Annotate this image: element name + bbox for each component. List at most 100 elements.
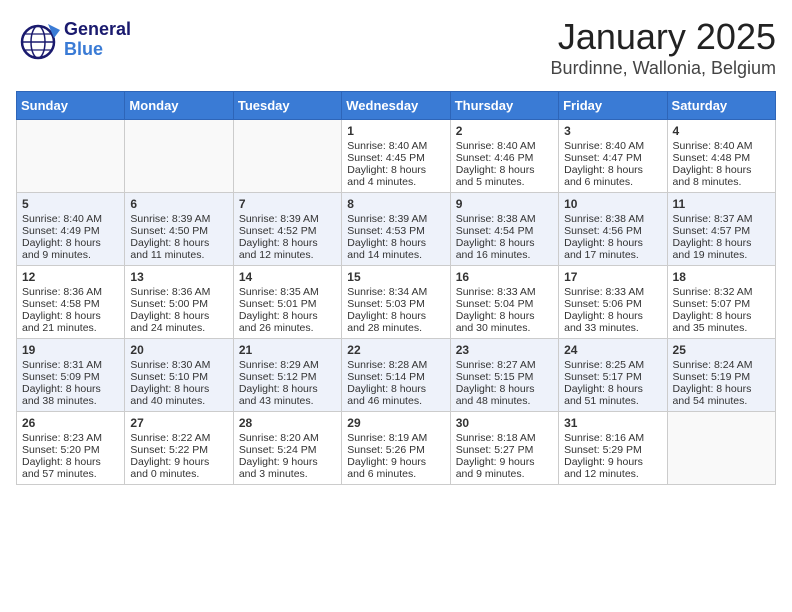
day-number: 12 (22, 270, 119, 284)
day-number: 4 (673, 124, 770, 138)
sunset-text: Sunset: 5:01 PM (239, 298, 317, 310)
calendar-cell: 20 Sunrise: 8:30 AM Sunset: 5:10 PM Dayl… (125, 339, 233, 412)
calendar-week-row: 19 Sunrise: 8:31 AM Sunset: 5:09 PM Dayl… (17, 339, 776, 412)
sunrise-text: Sunrise: 8:40 AM (22, 213, 102, 225)
calendar-cell: 28 Sunrise: 8:20 AM Sunset: 5:24 PM Dayl… (233, 412, 341, 485)
day-number: 26 (22, 416, 119, 430)
sunset-text: Sunset: 5:15 PM (456, 371, 534, 383)
calendar-cell: 11 Sunrise: 8:37 AM Sunset: 4:57 PM Dayl… (667, 193, 775, 266)
daylight-text: Daylight: 8 hours and 30 minutes. (456, 310, 535, 334)
calendar-cell: 1 Sunrise: 8:40 AM Sunset: 4:45 PM Dayli… (342, 120, 450, 193)
logo-general-text: General (64, 20, 131, 40)
sunrise-text: Sunrise: 8:29 AM (239, 359, 319, 371)
day-number: 28 (239, 416, 336, 430)
day-number: 25 (673, 343, 770, 357)
sunrise-text: Sunrise: 8:20 AM (239, 432, 319, 444)
daylight-text: Daylight: 8 hours and 35 minutes. (673, 310, 752, 334)
calendar-cell: 25 Sunrise: 8:24 AM Sunset: 5:19 PM Dayl… (667, 339, 775, 412)
calendar-week-row: 12 Sunrise: 8:36 AM Sunset: 4:58 PM Dayl… (17, 266, 776, 339)
sunrise-text: Sunrise: 8:40 AM (456, 140, 536, 152)
logo-blue-text: Blue (64, 40, 131, 60)
calendar-cell: 23 Sunrise: 8:27 AM Sunset: 5:15 PM Dayl… (450, 339, 558, 412)
title-block: January 2025 Burdinne, Wallonia, Belgium (551, 16, 776, 79)
day-number: 19 (22, 343, 119, 357)
daylight-text: Daylight: 8 hours and 48 minutes. (456, 383, 535, 407)
sunrise-text: Sunrise: 8:27 AM (456, 359, 536, 371)
daylight-text: Daylight: 8 hours and 57 minutes. (22, 456, 101, 480)
day-number: 21 (239, 343, 336, 357)
sunset-text: Sunset: 4:56 PM (564, 225, 642, 237)
sunset-text: Sunset: 5:03 PM (347, 298, 425, 310)
weekday-header: Wednesday (342, 92, 450, 120)
logo-icon (16, 16, 64, 64)
calendar-table: SundayMondayTuesdayWednesdayThursdayFrid… (16, 91, 776, 485)
daylight-text: Daylight: 9 hours and 6 minutes. (347, 456, 426, 480)
calendar-cell (125, 120, 233, 193)
daylight-text: Daylight: 8 hours and 38 minutes. (22, 383, 101, 407)
sunrise-text: Sunrise: 8:35 AM (239, 286, 319, 298)
calendar-cell: 31 Sunrise: 8:16 AM Sunset: 5:29 PM Dayl… (559, 412, 667, 485)
sunset-text: Sunset: 4:48 PM (673, 152, 751, 164)
calendar-subtitle: Burdinne, Wallonia, Belgium (551, 58, 776, 79)
sunset-text: Sunset: 5:26 PM (347, 444, 425, 456)
sunrise-text: Sunrise: 8:38 AM (456, 213, 536, 225)
weekday-header: Sunday (17, 92, 125, 120)
daylight-text: Daylight: 8 hours and 40 minutes. (130, 383, 209, 407)
calendar-cell: 3 Sunrise: 8:40 AM Sunset: 4:47 PM Dayli… (559, 120, 667, 193)
daylight-text: Daylight: 8 hours and 26 minutes. (239, 310, 318, 334)
calendar-cell: 27 Sunrise: 8:22 AM Sunset: 5:22 PM Dayl… (125, 412, 233, 485)
day-number: 22 (347, 343, 444, 357)
calendar-cell: 14 Sunrise: 8:35 AM Sunset: 5:01 PM Dayl… (233, 266, 341, 339)
daylight-text: Daylight: 8 hours and 46 minutes. (347, 383, 426, 407)
sunrise-text: Sunrise: 8:16 AM (564, 432, 644, 444)
daylight-text: Daylight: 9 hours and 12 minutes. (564, 456, 643, 480)
calendar-week-row: 1 Sunrise: 8:40 AM Sunset: 4:45 PM Dayli… (17, 120, 776, 193)
daylight-text: Daylight: 8 hours and 19 minutes. (673, 237, 752, 261)
sunset-text: Sunset: 5:00 PM (130, 298, 208, 310)
sunset-text: Sunset: 5:14 PM (347, 371, 425, 383)
daylight-text: Daylight: 8 hours and 9 minutes. (22, 237, 101, 261)
day-number: 23 (456, 343, 553, 357)
sunrise-text: Sunrise: 8:36 AM (22, 286, 102, 298)
sunset-text: Sunset: 5:20 PM (22, 444, 100, 456)
sunrise-text: Sunrise: 8:19 AM (347, 432, 427, 444)
day-number: 27 (130, 416, 227, 430)
day-number: 7 (239, 197, 336, 211)
daylight-text: Daylight: 8 hours and 24 minutes. (130, 310, 209, 334)
daylight-text: Daylight: 8 hours and 11 minutes. (130, 237, 209, 261)
daylight-text: Daylight: 8 hours and 21 minutes. (22, 310, 101, 334)
sunrise-text: Sunrise: 8:36 AM (130, 286, 210, 298)
day-number: 14 (239, 270, 336, 284)
calendar-cell: 6 Sunrise: 8:39 AM Sunset: 4:50 PM Dayli… (125, 193, 233, 266)
sunrise-text: Sunrise: 8:37 AM (673, 213, 753, 225)
sunrise-text: Sunrise: 8:22 AM (130, 432, 210, 444)
sunset-text: Sunset: 5:10 PM (130, 371, 208, 383)
sunrise-text: Sunrise: 8:33 AM (456, 286, 536, 298)
calendar-cell: 13 Sunrise: 8:36 AM Sunset: 5:00 PM Dayl… (125, 266, 233, 339)
daylight-text: Daylight: 8 hours and 28 minutes. (347, 310, 426, 334)
calendar-cell: 9 Sunrise: 8:38 AM Sunset: 4:54 PM Dayli… (450, 193, 558, 266)
daylight-text: Daylight: 8 hours and 14 minutes. (347, 237, 426, 261)
day-number: 5 (22, 197, 119, 211)
daylight-text: Daylight: 8 hours and 6 minutes. (564, 164, 643, 188)
logo-text: General Blue (64, 20, 131, 60)
daylight-text: Daylight: 8 hours and 17 minutes. (564, 237, 643, 261)
daylight-text: Daylight: 8 hours and 43 minutes. (239, 383, 318, 407)
calendar-cell: 7 Sunrise: 8:39 AM Sunset: 4:52 PM Dayli… (233, 193, 341, 266)
sunset-text: Sunset: 4:58 PM (22, 298, 100, 310)
sunset-text: Sunset: 5:19 PM (673, 371, 751, 383)
calendar-cell: 15 Sunrise: 8:34 AM Sunset: 5:03 PM Dayl… (342, 266, 450, 339)
calendar-title: January 2025 (551, 16, 776, 58)
calendar-cell: 21 Sunrise: 8:29 AM Sunset: 5:12 PM Dayl… (233, 339, 341, 412)
sunrise-text: Sunrise: 8:32 AM (673, 286, 753, 298)
day-number: 3 (564, 124, 661, 138)
calendar-cell: 19 Sunrise: 8:31 AM Sunset: 5:09 PM Dayl… (17, 339, 125, 412)
sunrise-text: Sunrise: 8:30 AM (130, 359, 210, 371)
sunrise-text: Sunrise: 8:39 AM (239, 213, 319, 225)
day-number: 17 (564, 270, 661, 284)
sunrise-text: Sunrise: 8:39 AM (347, 213, 427, 225)
sunrise-text: Sunrise: 8:24 AM (673, 359, 753, 371)
page-header: General Blue January 2025 Burdinne, Wall… (16, 16, 776, 79)
calendar-week-row: 26 Sunrise: 8:23 AM Sunset: 5:20 PM Dayl… (17, 412, 776, 485)
sunrise-text: Sunrise: 8:18 AM (456, 432, 536, 444)
